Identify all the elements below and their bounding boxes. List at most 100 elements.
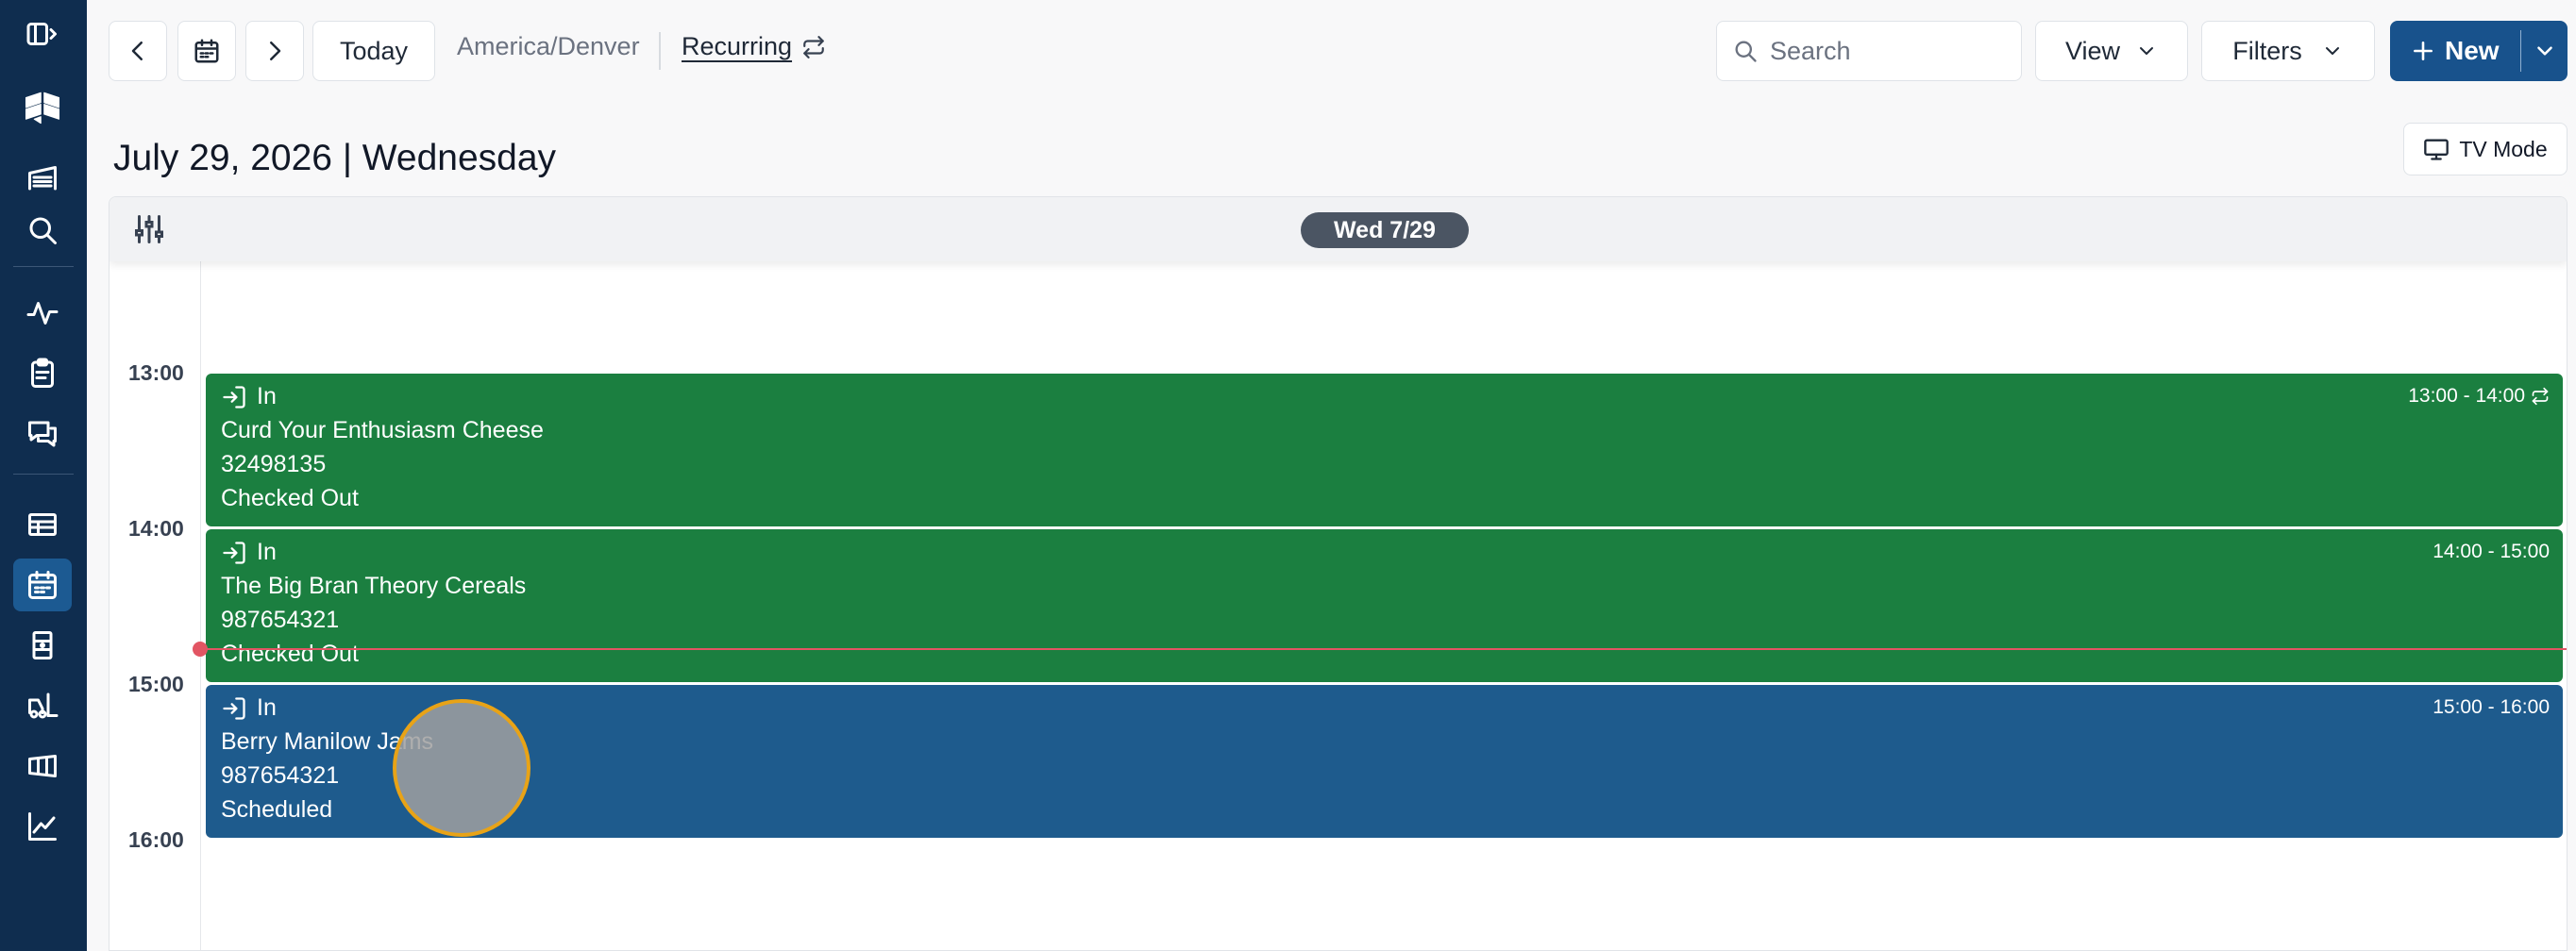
appointment-direction: In bbox=[221, 539, 277, 566]
time-gutter-divider bbox=[200, 261, 201, 950]
sidebar-item-warehouse[interactable] bbox=[13, 151, 72, 204]
sidebar-item-activity[interactable] bbox=[13, 287, 72, 340]
sidebar-item-search[interactable] bbox=[13, 204, 72, 257]
sliders-icon bbox=[135, 215, 163, 243]
sidebar-item-doors[interactable] bbox=[13, 619, 72, 672]
calendar-icon bbox=[28, 571, 57, 599]
calendar-settings-button[interactable] bbox=[132, 212, 166, 246]
sidebar-item-tickets[interactable] bbox=[13, 740, 72, 792]
page-title: July 29, 2026 | Wednesday bbox=[113, 138, 557, 178]
monitor-icon bbox=[2424, 139, 2450, 160]
today-label: Today bbox=[339, 36, 409, 65]
analytics-icon bbox=[28, 812, 57, 841]
plus-icon bbox=[2414, 42, 2433, 60]
recurring-toggle[interactable]: Recurring bbox=[682, 32, 826, 61]
chevron-down-icon bbox=[2536, 46, 2552, 56]
appointment-status: Checked Out bbox=[221, 641, 359, 667]
timezone-selector[interactable]: America/Denver bbox=[457, 32, 640, 61]
appointment-name: The Big Bran Theory Cereals bbox=[221, 573, 527, 599]
cursor-highlight bbox=[393, 699, 530, 837]
sidebar bbox=[0, 0, 87, 951]
toolbar-divider bbox=[659, 32, 661, 70]
appointment-time-label: 13:00 - 14:00 bbox=[2408, 385, 2525, 407]
appointment-card[interactable]: In Berry Manilow Jams 987654321 Schedule… bbox=[206, 685, 2563, 838]
current-time-indicator bbox=[200, 648, 2567, 650]
appointment-card[interactable]: In Curd Your Enthusiasm Cheese 32498135 … bbox=[206, 374, 2563, 526]
view-dropdown[interactable]: View bbox=[2035, 21, 2188, 81]
log-in-icon bbox=[223, 696, 245, 720]
appointment-reference: 32498135 bbox=[221, 451, 327, 477]
sidebar-toggle-button[interactable] bbox=[13, 8, 72, 60]
view-label: View bbox=[2064, 36, 2121, 65]
direction-label: In bbox=[257, 539, 277, 565]
sidebar-divider bbox=[13, 266, 74, 267]
forklift-icon bbox=[28, 692, 59, 719]
chevron-right-icon bbox=[270, 42, 281, 60]
filters-label: Filters bbox=[2232, 36, 2302, 65]
repeat-icon bbox=[803, 35, 824, 58]
new-button[interactable]: New bbox=[2390, 21, 2520, 81]
log-in-icon bbox=[223, 385, 245, 409]
direction-label: In bbox=[257, 383, 277, 409]
appointment-time-label: 15:00 - 16:00 bbox=[2433, 696, 2550, 718]
appointment-reference: 987654321 bbox=[221, 762, 340, 789]
appointment-reference: 987654321 bbox=[221, 607, 340, 633]
chevron-left-icon bbox=[131, 42, 143, 60]
direction-label: In bbox=[257, 694, 277, 721]
sidebar-item-analytics[interactable] bbox=[13, 800, 72, 853]
door-icon bbox=[32, 631, 53, 659]
calendar-icon bbox=[194, 39, 219, 63]
clipboard-icon bbox=[31, 358, 54, 388]
chevron-down-icon bbox=[2140, 47, 2154, 55]
time-label: 15:00 bbox=[128, 672, 184, 696]
calendar-header: Wed 7/29 bbox=[109, 197, 2567, 261]
time-label: 14:00 bbox=[128, 516, 184, 541]
sidebar-item-docks[interactable] bbox=[13, 498, 72, 551]
search-icon bbox=[1735, 41, 1757, 62]
sidebar-item-messages[interactable] bbox=[13, 408, 72, 460]
new-options-button[interactable] bbox=[2521, 21, 2568, 81]
ticket-icon bbox=[28, 755, 57, 777]
chevron-down-icon bbox=[2325, 47, 2339, 55]
appointment-time: 15:00 - 16:00 bbox=[2433, 696, 2550, 719]
search-box bbox=[1716, 21, 2022, 81]
sidebar-item-tasks[interactable] bbox=[13, 347, 72, 400]
calendar-grid: Wed 7/29 13:00 14:00 15:00 16:00 In Curd… bbox=[109, 196, 2568, 951]
appointment-status: Checked Out bbox=[221, 485, 359, 511]
appointment-status: Scheduled bbox=[221, 796, 333, 823]
app-logo[interactable] bbox=[13, 81, 72, 134]
day-pill: Wed 7/29 bbox=[1301, 212, 1469, 248]
sidebar-item-calendar[interactable] bbox=[13, 559, 72, 611]
new-split-button: New bbox=[2390, 21, 2568, 81]
appointment-time: 14:00 - 15:00 bbox=[2433, 541, 2550, 563]
warehouse-icon bbox=[28, 166, 57, 191]
prev-day-button[interactable] bbox=[109, 21, 167, 81]
search-input[interactable] bbox=[1770, 36, 1996, 66]
tv-mode-label: TV Mode bbox=[2459, 136, 2548, 161]
search-icon bbox=[29, 217, 57, 244]
time-label: 16:00 bbox=[128, 827, 184, 852]
new-label: New bbox=[2445, 36, 2500, 65]
appointment-time-label: 14:00 - 15:00 bbox=[2433, 541, 2550, 562]
docks-icon bbox=[28, 513, 57, 536]
app-logo-icon bbox=[25, 92, 60, 125]
appointment-name: Curd Your Enthusiasm Cheese bbox=[221, 417, 544, 443]
sidebar-toggle-icon bbox=[26, 23, 57, 45]
recurring-label: Recurring bbox=[682, 32, 793, 60]
filters-dropdown[interactable]: Filters bbox=[2201, 21, 2375, 81]
today-button[interactable]: Today bbox=[312, 21, 435, 81]
repeat-icon bbox=[2532, 387, 2549, 406]
date-picker-button[interactable] bbox=[177, 21, 236, 81]
appointment-card[interactable]: In The Big Bran Theory Cereals 987654321… bbox=[206, 529, 2563, 682]
next-day-button[interactable] bbox=[245, 21, 304, 81]
time-label: 13:00 bbox=[128, 360, 184, 385]
sidebar-divider bbox=[13, 474, 74, 475]
appointment-direction: In bbox=[221, 383, 277, 410]
activity-icon bbox=[26, 302, 59, 325]
messages-icon bbox=[28, 421, 57, 447]
tv-mode-button[interactable]: TV Mode bbox=[2403, 123, 2568, 175]
appointment-time: 13:00 - 14:00 bbox=[2408, 385, 2550, 408]
log-in-icon bbox=[223, 541, 245, 564]
appointment-direction: In bbox=[221, 694, 277, 722]
sidebar-item-equipment[interactable] bbox=[13, 679, 72, 732]
